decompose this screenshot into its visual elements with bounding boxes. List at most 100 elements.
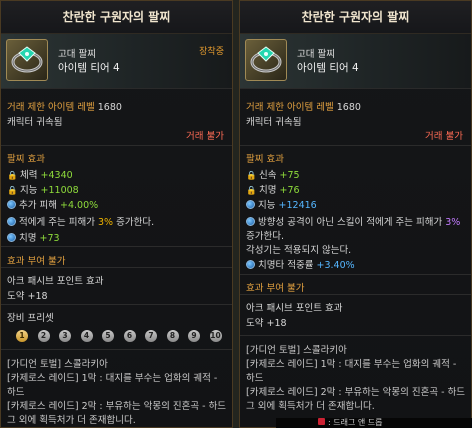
lock-icon: 🔒 [7,186,18,196]
divider [1,246,232,247]
effect-row: 방향성 공격이 아닌 스킬이 적에게 주는 피해가 3% [246,214,460,228]
source-line: [가디언 토벌] 스콜라키아 [7,359,108,370]
gem-icon [7,217,16,226]
effect-row: 지능 +12416 [246,197,317,211]
preset-button[interactable]: 4 [80,330,93,342]
item-level-label: 거래 제한 아이템 레벨 [7,102,95,113]
effect-value: +76 [279,185,300,196]
damage-value: 3% [98,217,114,228]
damage-post: 증가한다. [116,217,155,228]
item-grade: 고대 팔찌 [58,49,96,60]
effect-value: +4.00% [60,200,99,211]
divider [240,145,471,146]
effect-name: 추가 피해 [19,200,57,211]
effect-row: 🔒 지능 +11008 [7,182,79,196]
bracelet-icon [245,39,287,81]
divider [1,349,232,350]
effect-row: 추가 피해 +4.00% [7,197,98,211]
preset-buttons: 1 2 3 4 5 6 7 8 9 10 [16,330,231,342]
crit-rate-name: 치명타 적중률 [258,260,314,271]
crit-rate-value: +3.40% [316,260,355,271]
crit-value: +73 [39,233,60,244]
item-level-value: 1680 [336,102,361,113]
source-line: [카제로스 레이드] 2막 : 부유하는 악몽의 진혼곡 - 하드 [246,387,466,398]
directional-pre: 방향성 공격이 아닌 스킬이 적에게 주는 피해가 [258,217,443,228]
effect-row: 적에게 주는 피해가 3% 증가한다. [7,214,154,228]
drag-drop-text: : 드래그 앤 드롭 [328,418,383,427]
effect-value: +12416 [278,200,317,211]
item-level-label: 거래 제한 아이템 레벨 [246,102,334,113]
bound-text: 캐릭터 귀속됨 [246,117,302,128]
arc-title: 아크 패시브 포인트 효과 [246,303,343,314]
effect-row: 치명타 적중률 +3.40% [246,257,355,271]
gem-icon [246,200,255,209]
effect-name: 신속 [259,170,277,181]
effect-value: +4340 [40,170,73,181]
item-title: 찬란한 구원자의 팔찌 [1,1,232,34]
bound-text: 캐릭터 귀속됨 [7,117,63,128]
item-title: 찬란한 구원자의 팔찌 [240,1,471,34]
preset-button[interactable]: 1 [16,330,28,342]
mouse-icon [318,418,325,425]
effect-row: 🔒 체력 +4340 [7,167,73,181]
bracelet-icon [6,39,48,81]
drag-drop-hint: : 드래그 앤 드롭 [318,417,382,428]
item-level-row: 거래 제한 아이템 레벨 1680 [246,99,361,113]
preset-button[interactable]: 7 [145,330,157,342]
source-line: [가디언 토벌] 스콜라키아 [246,345,347,356]
source-line: 그 외에 획득처가 더 존재합니다. [7,415,136,426]
effect-name: 지능 [20,185,38,196]
gem-icon [7,233,16,242]
effect-row: 🔒 신속 +75 [246,167,300,181]
arc-title: 아크 패시브 포인트 효과 [7,276,104,287]
trade-status: 거래 불가 [425,131,463,142]
preset-button[interactable]: 5 [102,330,114,342]
divider [1,304,232,305]
trade-status: 거래 불가 [186,131,224,142]
effect-give-text: 효과 부여 불가 [7,256,66,267]
item-level-value: 1680 [97,102,122,113]
damage-pre: 적에게 주는 피해가 [19,217,95,228]
item-tier: 아이템 티어 4 [297,62,359,74]
effect-row: 🔒 치명 +76 [246,182,300,196]
effect-value: +75 [279,170,300,181]
crit-name: 치명 [19,233,37,244]
divider [1,267,232,268]
effect-row: 치명 +73 [7,230,60,244]
arc-value: 도약 +18 [7,291,48,302]
source-line: 하드 [7,387,25,398]
gem-icon [7,200,16,209]
source-line: 그 외에 획득처가 더 존재합니다. [246,401,375,412]
effect-name: 지능 [258,200,276,211]
preset-button[interactable]: 6 [123,330,136,342]
divider [1,145,232,146]
awaken-text: 각성기는 적용되지 않는다. [246,245,352,256]
divider [240,294,471,295]
lock-icon: 🔒 [246,186,257,196]
directional-value: 3% [445,217,461,228]
gem-icon [246,260,255,269]
item-header: 고대 팔찌 아이템 티어 4 [240,34,471,89]
lock-icon: 🔒 [246,171,257,181]
item-header: 고대 팔찌 아이템 티어 4 장착중 [1,34,232,89]
effect-value: +11008 [40,185,79,196]
source-line: [카제로스 레이드] 2막 : 부유하는 악몽의 진혼곡 - 하드 [7,401,227,412]
preset-button[interactable]: 2 [37,330,50,342]
divider [240,335,471,336]
effect-title: 팔찌 효과 [7,154,45,165]
directional-post: 증가한다. [246,231,284,242]
preset-button[interactable]: 9 [188,330,200,342]
item-level-row: 거래 제한 아이템 레벨 1680 [7,99,122,113]
effect-name: 치명 [259,185,277,196]
divider [240,274,471,275]
source-line: 하드 [246,373,264,384]
effect-title: 팔찌 효과 [246,154,284,165]
equipped-badge: 장착중 [199,47,224,57]
lock-icon: 🔒 [7,171,18,181]
item-tier: 아이템 티어 4 [58,62,120,74]
preset-button[interactable]: 3 [59,330,71,342]
preset-button[interactable]: 10 [209,330,222,342]
preset-title: 장비 프리셋 [7,313,54,324]
preset-button[interactable]: 8 [166,330,179,342]
source-line: [카제로스 레이드] 1막 : 대지를 부수는 업화의 궤적 - [246,359,457,370]
